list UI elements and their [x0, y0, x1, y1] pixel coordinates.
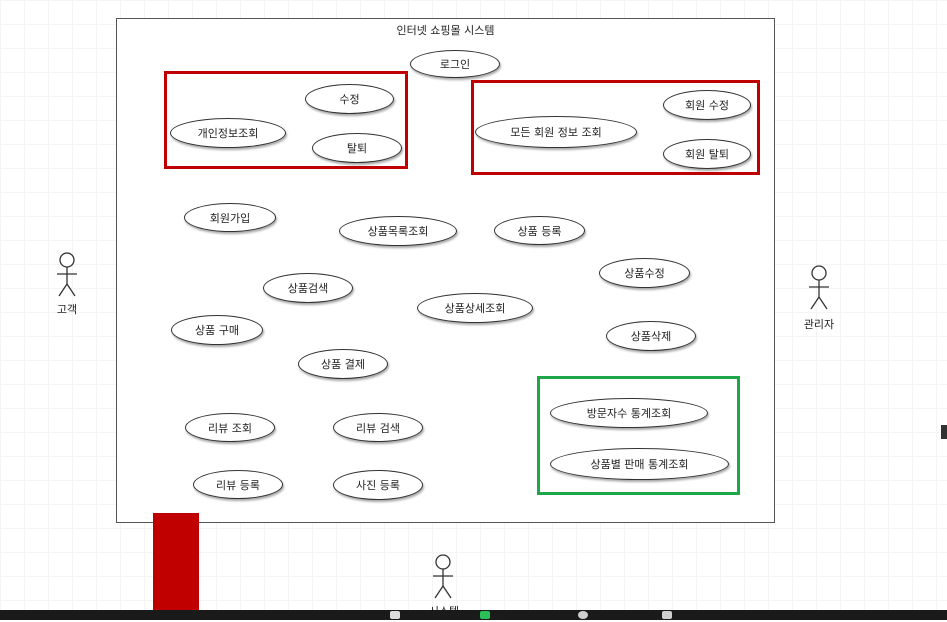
usecase-member-edit[interactable]: 회원 수정 [663, 90, 751, 120]
usecase-edit[interactable]: 수정 [305, 84, 394, 114]
usecase-sales-stats[interactable]: 상품별 판매 통계조회 [550, 448, 729, 480]
usecase-review-register[interactable]: 리뷰 등록 [193, 470, 283, 499]
taskbar-app-icon[interactable] [390, 611, 400, 619]
usecase-login[interactable]: 로그인 [410, 50, 500, 78]
usecase-product-payment[interactable]: 상품 결제 [298, 349, 388, 379]
admin-actor-label: 관리자 [803, 318, 835, 331]
usecase-product-purchase[interactable]: 상품 구매 [171, 315, 263, 345]
usecase-profile-view[interactable]: 개인정보조회 [170, 118, 286, 148]
usecase-product-delete[interactable]: 상품삭제 [606, 321, 696, 351]
usecase-withdraw[interactable]: 탈퇴 [312, 133, 402, 163]
text-cursor-icon [941, 425, 947, 439]
usecase-photo-register[interactable]: 사진 등록 [333, 470, 423, 500]
usecase-member-withdraw[interactable]: 회원 탈퇴 [663, 139, 751, 169]
customer-actor-label: 고객 [56, 303, 78, 316]
usecase-product-list[interactable]: 상품목록조회 [339, 216, 457, 246]
usecase-review-view[interactable]: 리뷰 조회 [185, 413, 275, 442]
usecase-product-register[interactable]: 상품 등록 [494, 216, 585, 245]
taskbar-app-icon[interactable] [578, 611, 588, 619]
taskbar-app-icon[interactable] [480, 611, 490, 619]
usecase-product-detail[interactable]: 상품상세조회 [417, 293, 533, 323]
usecase-review-search[interactable]: 리뷰 검색 [333, 413, 423, 442]
usecase-product-search[interactable]: 상품검색 [263, 273, 353, 303]
usecase-signup[interactable]: 회원가입 [184, 203, 276, 232]
usecase-visitor-stats[interactable]: 방문자수 통계조회 [550, 398, 708, 428]
red-annotation-bar [153, 513, 199, 620]
system-title: 인터넷 쇼핑몰 시스템 [396, 24, 495, 37]
taskbar-app-icon[interactable] [662, 611, 672, 619]
taskbar [0, 610, 947, 620]
usecase-all-member-view[interactable]: 모든 회원 정보 조회 [475, 116, 637, 148]
usecase-product-edit[interactable]: 상품수정 [599, 258, 690, 288]
